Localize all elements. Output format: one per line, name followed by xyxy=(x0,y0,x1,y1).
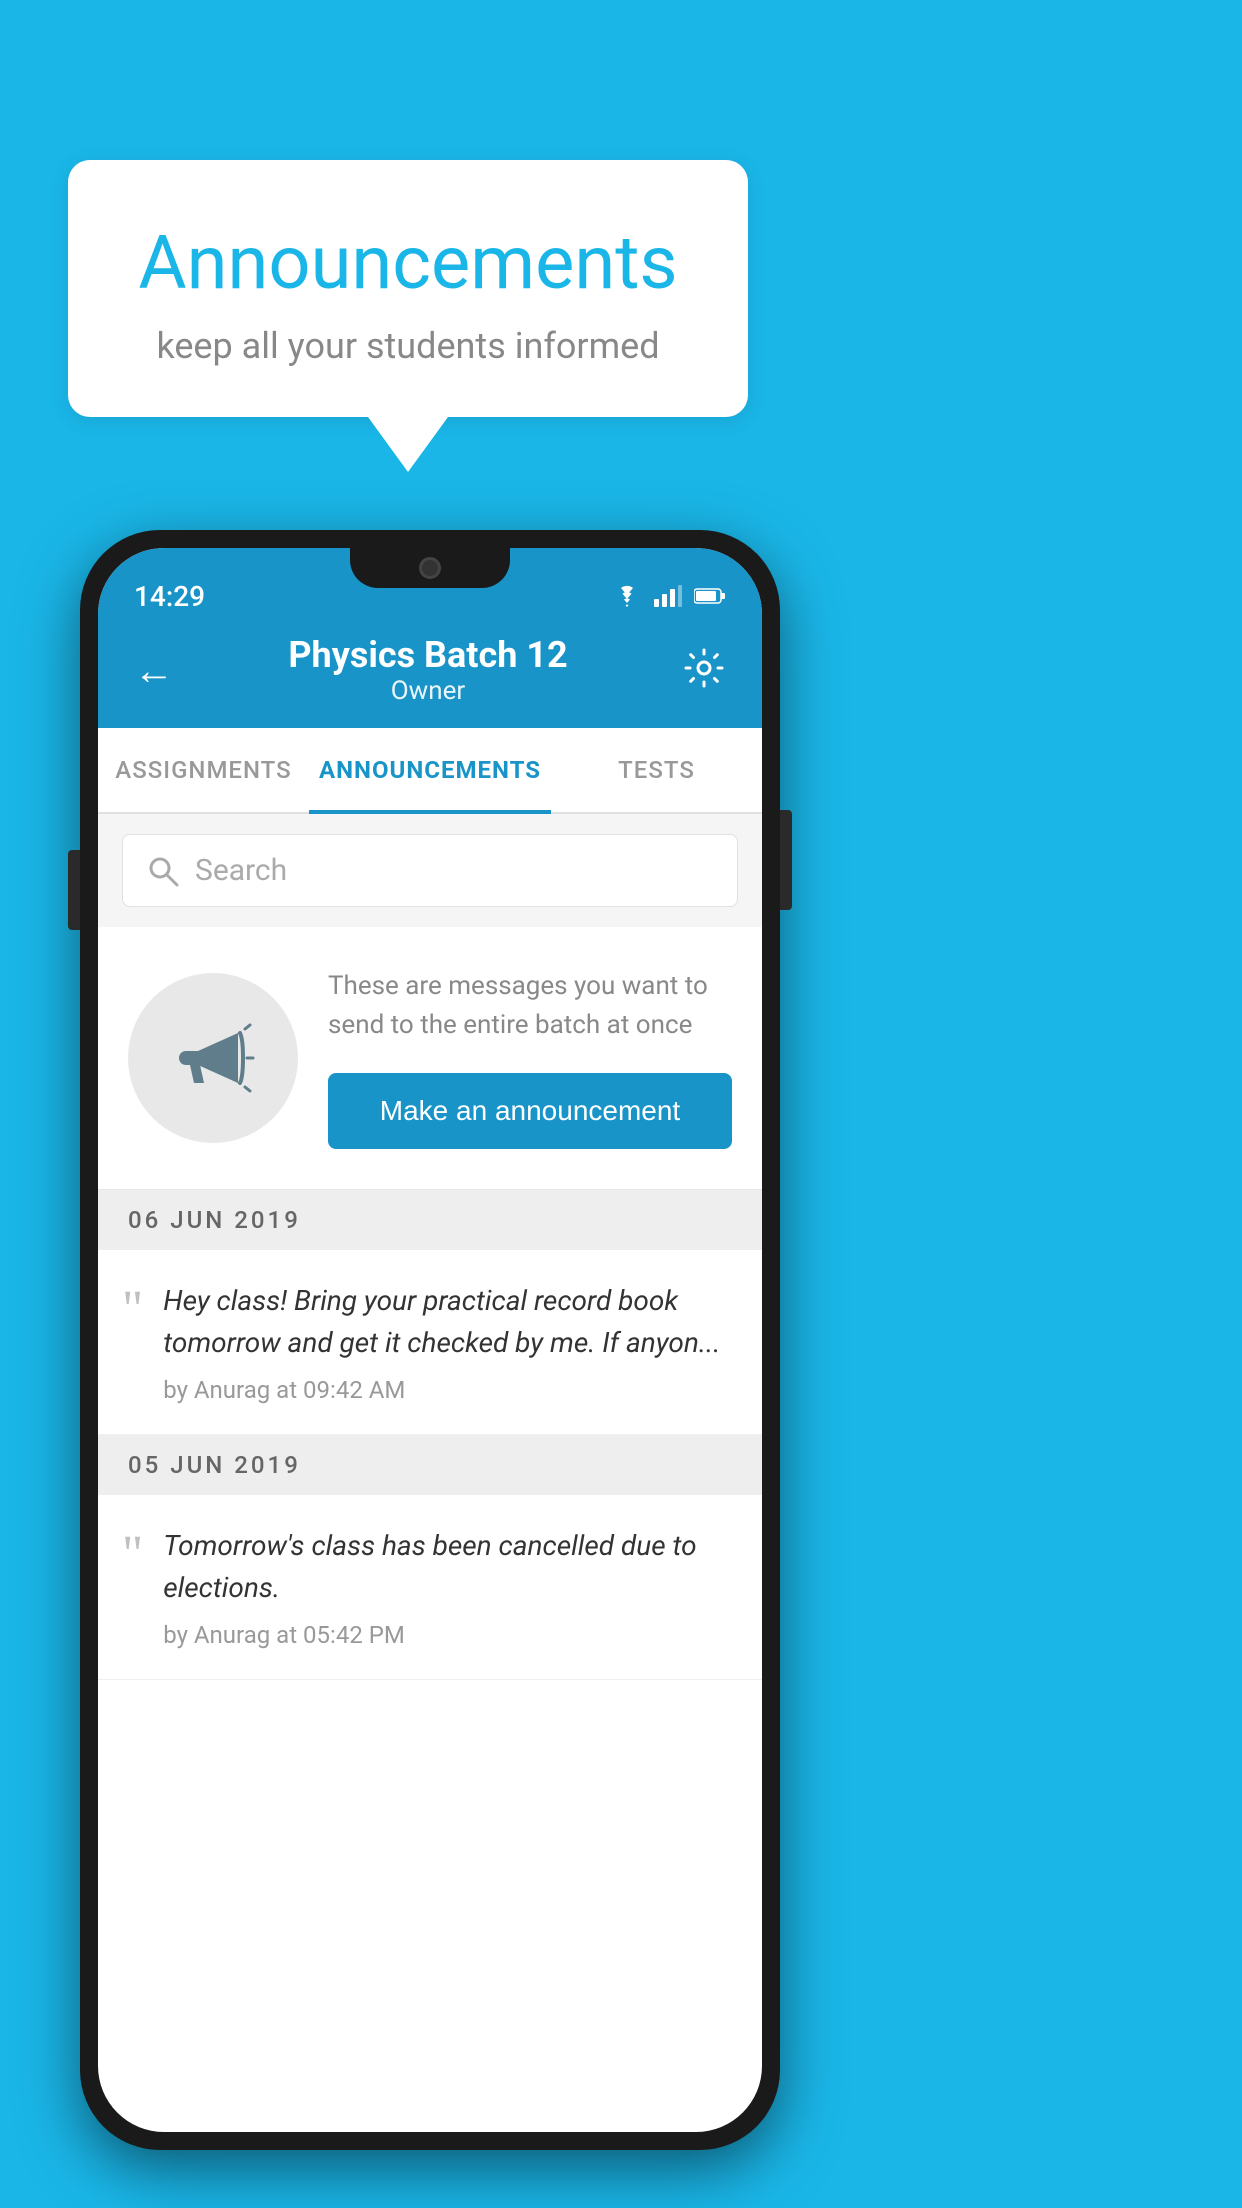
speech-bubble: Announcements keep all your students inf… xyxy=(68,160,748,417)
status-icons xyxy=(612,585,726,607)
phone-wrapper: 14:29 xyxy=(80,530,780,2150)
search-bar[interactable]: Search xyxy=(122,834,738,907)
header-center: Physics Batch 12 Owner xyxy=(288,634,567,706)
quote-icon-2: " xyxy=(122,1529,143,1581)
back-button[interactable]: ← xyxy=(134,647,174,694)
announcement-item-2: " Tomorrow's class has been cancelled du… xyxy=(98,1495,762,1680)
announcement-icon-circle xyxy=(128,973,298,1143)
phone-notch xyxy=(350,548,510,588)
announcement-meta-1: by Anurag at 09:42 AM xyxy=(163,1376,732,1404)
wifi-icon xyxy=(612,585,642,607)
signal-icon xyxy=(654,585,682,607)
announcement-content-2: Tomorrow's class has been cancelled due … xyxy=(163,1525,732,1649)
speech-bubble-subtitle: keep all your students informed xyxy=(118,325,698,367)
phone-inner: 14:29 xyxy=(98,548,762,2132)
speech-bubble-tail xyxy=(368,417,448,472)
tab-announcements[interactable]: ANNOUNCEMENTS xyxy=(309,728,551,812)
announcement-item-1: " Hey class! Bring your practical record… xyxy=(98,1250,762,1435)
announcement-text-1: Hey class! Bring your practical record b… xyxy=(163,1280,732,1364)
settings-icon[interactable] xyxy=(682,646,726,694)
phone-outer: 14:29 xyxy=(80,530,780,2150)
announcement-meta-2: by Anurag at 05:42 PM xyxy=(163,1621,732,1649)
tab-assignments[interactable]: ASSIGNMENTS xyxy=(98,728,309,812)
announcement-description: These are messages you want to send to t… xyxy=(328,967,732,1045)
header-subtitle: Owner xyxy=(288,676,567,706)
make-announcement-button[interactable]: Make an announcement xyxy=(328,1073,732,1149)
announcement-text-2: Tomorrow's class has been cancelled due … xyxy=(163,1525,732,1609)
speech-bubble-container: Announcements keep all your students inf… xyxy=(68,160,748,472)
announcement-content-1: Hey class! Bring your practical record b… xyxy=(163,1280,732,1404)
search-container: Search xyxy=(98,814,762,927)
phone-camera xyxy=(419,557,441,579)
battery-icon xyxy=(694,587,726,605)
announcement-prompt: These are messages you want to send to t… xyxy=(98,927,762,1190)
date-separator-2: 05 JUN 2019 xyxy=(98,1435,762,1495)
tab-bar: ASSIGNMENTS ANNOUNCEMENTS TESTS xyxy=(98,728,762,814)
tab-tests[interactable]: TESTS xyxy=(551,728,762,812)
quote-icon-1: " xyxy=(122,1284,143,1336)
status-time: 14:29 xyxy=(134,580,205,613)
date-separator-1: 06 JUN 2019 xyxy=(98,1190,762,1250)
header-title: Physics Batch 12 xyxy=(288,634,567,676)
search-icon xyxy=(147,855,179,887)
app-header: ← Physics Batch 12 Owner xyxy=(98,616,762,728)
speech-bubble-title: Announcements xyxy=(118,220,698,307)
megaphone-icon xyxy=(168,1013,258,1103)
search-placeholder: Search xyxy=(195,853,287,888)
announcement-right: These are messages you want to send to t… xyxy=(328,967,732,1149)
